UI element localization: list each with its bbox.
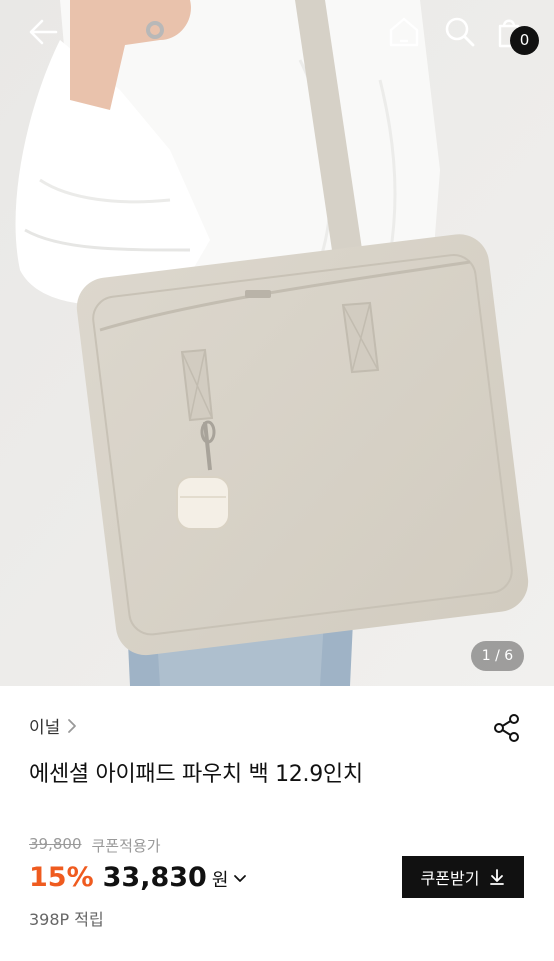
product-title: 에센셜 아이패드 파우치 백 12.9인치	[29, 762, 363, 787]
sale-price-row: 15% 33,830 원	[29, 858, 247, 896]
reward-points: 398P 적립	[29, 910, 104, 929]
get-coupon-label: 쿠폰받기	[420, 869, 480, 888]
brand-name: 이널	[29, 718, 61, 738]
original-price-row: 39,800 쿠폰적용가	[29, 835, 161, 856]
back-arrow-icon[interactable]	[26, 14, 62, 50]
currency-unit: 원	[211, 869, 229, 891]
sale-price: 33,830	[102, 861, 207, 893]
chevron-down-icon[interactable]	[233, 874, 247, 884]
original-price: 39,800	[29, 835, 82, 853]
image-pager-indicator: 1 / 6	[471, 641, 524, 671]
home-icon[interactable]	[386, 14, 422, 50]
search-icon[interactable]	[442, 14, 478, 50]
coupon-applied-label: 쿠폰적용가	[91, 837, 161, 855]
share-icon[interactable]	[492, 713, 522, 743]
download-icon	[490, 869, 505, 885]
get-coupon-button[interactable]: 쿠폰받기	[402, 856, 524, 898]
discount-rate: 15%	[29, 861, 94, 893]
top-navigation-bar: 0	[0, 0, 554, 64]
chevron-right-icon	[68, 718, 77, 733]
brand-link[interactable]: 이널	[29, 713, 78, 738]
product-photo	[0, 0, 554, 686]
product-image-gallery[interactable]: 0 1 / 6	[0, 0, 554, 686]
cart-count-badge[interactable]: 0	[510, 26, 539, 55]
